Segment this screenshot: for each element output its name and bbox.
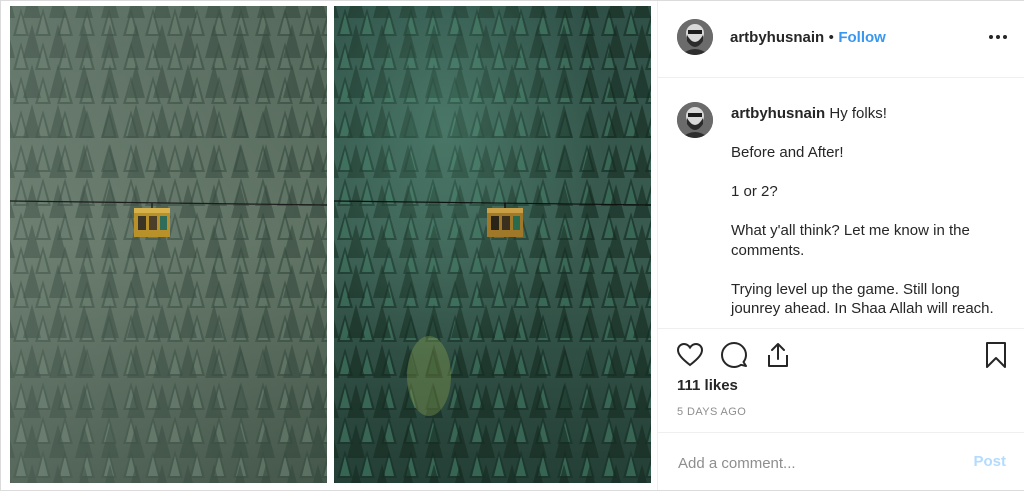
avatar[interactable] [677,19,713,55]
forest-image-before [10,6,327,483]
photo-divider [327,6,334,483]
caption-line: 1 or 2? [731,183,778,200]
photo-after[interactable] [334,6,651,483]
post-button[interactable]: Post [973,453,1006,470]
forest-image-after [334,6,651,483]
likes-count[interactable]: 111 likes [677,377,738,394]
avatar-image [677,19,713,55]
photo-before[interactable] [10,6,327,483]
post-timestamp: 5 DAYS AGO [677,406,747,418]
post-side-panel: artbyhusnain • Follow artbyhusnain Hy fo… [657,1,1024,490]
instagram-post-frame: artbyhusnain • Follow artbyhusnain Hy fo… [0,0,1024,491]
action-bar: 111 likes 5 DAYS AGO [658,328,1024,433]
more-icon[interactable] [988,27,1008,47]
caption-avatar[interactable] [677,102,713,138]
share-icon[interactable] [764,341,792,369]
comment-bar: Post [658,432,1024,491]
heart-icon[interactable] [676,341,704,369]
separator-dot: • [828,29,834,46]
caption-text: artbyhusnain Hy folks! Before and After!… [731,104,1006,319]
cable-car-after [487,208,523,237]
username[interactable]: artbyhusnain [730,29,824,46]
post-header: artbyhusnain • Follow [658,1,1024,78]
comment-input[interactable] [676,451,960,475]
comment-icon[interactable] [720,341,748,369]
header-user-line: artbyhusnain • Follow [730,29,886,47]
cable-car-before [134,208,170,237]
bookmark-icon[interactable] [982,341,1010,369]
caption-line: Hy folks! [829,105,887,122]
caption-line: What y'all think? Let me know in the com… [731,222,974,259]
caption-avatar-image [677,102,713,138]
caption-line: Trying level up the game. Still long jou… [731,280,994,318]
caption-area: artbyhusnain Hy folks! Before and After!… [658,78,1024,328]
caption-line: Before and After! [731,144,844,161]
follow-button[interactable]: Follow [838,29,886,46]
caption-username[interactable]: artbyhusnain [731,105,825,122]
